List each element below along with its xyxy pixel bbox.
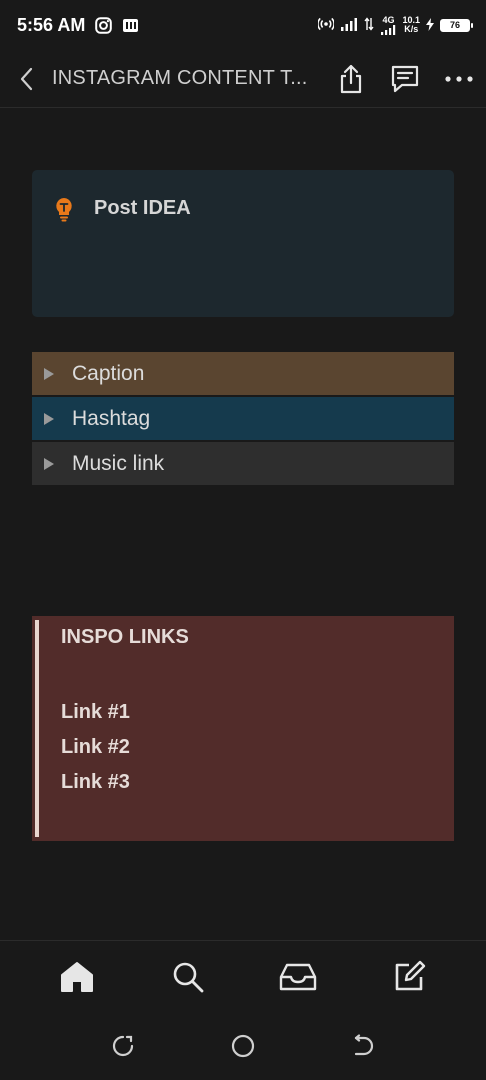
chevron-left-icon: [20, 67, 33, 90]
hotspot-icon: [317, 17, 336, 33]
bottom-nav: [0, 940, 486, 1012]
net-speed-unit: K/s: [404, 24, 419, 34]
toggle-label: Hashtag: [72, 406, 151, 430]
signal-icon-2: [381, 24, 396, 35]
share-button[interactable]: [324, 50, 378, 108]
triangle-right-icon[interactable]: [44, 367, 56, 380]
header-actions: [324, 50, 486, 108]
lightbulb-icon: [52, 196, 76, 222]
circle-icon: [231, 1034, 255, 1058]
data-transfer-icon: [364, 17, 375, 33]
toggle-music-link[interactable]: Music link: [32, 442, 454, 485]
link-item[interactable]: Link #3: [61, 770, 189, 805]
page-title: INSTAGRAM CONTENT T...: [52, 67, 308, 89]
toggle-hashtag[interactable]: Hashtag: [32, 397, 454, 440]
status-time: 5:56 AM: [17, 14, 86, 35]
inbox-button[interactable]: [268, 947, 328, 1007]
recent-apps-button[interactable]: [105, 1028, 141, 1064]
more-button[interactable]: [432, 50, 486, 108]
search-icon: [173, 962, 204, 992]
home-system-button[interactable]: [225, 1028, 261, 1064]
system-nav: [0, 1012, 486, 1080]
signal-icon: [340, 17, 358, 33]
toggle-caption[interactable]: Caption: [32, 352, 454, 395]
status-left: 5:56 AM: [17, 15, 139, 36]
triangle-right-icon[interactable]: [44, 412, 56, 425]
comment-icon: [391, 65, 419, 92]
new-page-button[interactable]: [379, 947, 439, 1007]
comments-button[interactable]: [378, 50, 432, 108]
search-button[interactable]: [158, 947, 218, 1007]
network-type: 4G: [380, 14, 396, 35]
battery-icon: 76: [440, 18, 473, 32]
home-button[interactable]: [47, 947, 107, 1007]
link-item[interactable]: Link #1: [61, 700, 189, 735]
network-type-label: 4G: [382, 14, 395, 25]
back-button[interactable]: [0, 50, 52, 108]
back-system-button[interactable]: [345, 1028, 381, 1064]
callout-text: Post IDEA: [94, 197, 191, 219]
page-header: INSTAGRAM CONTENT T...: [0, 50, 486, 108]
recent-apps-icon: [112, 1035, 134, 1057]
quote-content: INSPO LINKS Link #1 Link #2 Link #3: [61, 626, 189, 805]
more-horizontal-icon: [445, 75, 473, 82]
instagram-icon: [95, 16, 113, 34]
share-icon: [340, 64, 362, 93]
quote-block[interactable]: INSPO LINKS Link #1 Link #2 Link #3: [32, 616, 454, 841]
charging-icon: [426, 17, 434, 33]
net-speed: 10.1 K/s: [402, 16, 420, 34]
quote-title: INSPO LINKS: [61, 626, 189, 648]
new-page-icon: [395, 960, 425, 990]
inbox-icon: [280, 963, 317, 990]
back-arrow-icon: [354, 1034, 374, 1056]
quote-bar: [35, 620, 39, 837]
triangle-right-icon[interactable]: [44, 457, 56, 470]
callout-block[interactable]: Post IDEA: [32, 170, 454, 317]
home-icon: [61, 961, 94, 992]
status-bar: 5:56 AM 4G 10.1 K/s 76: [0, 0, 486, 50]
app-notification-icon: [122, 17, 139, 34]
toggle-label: Music link: [72, 451, 165, 475]
link-item[interactable]: Link #2: [61, 735, 189, 770]
status-right: 4G 10.1 K/s 76: [317, 14, 473, 35]
toggle-label: Caption: [72, 361, 145, 385]
battery-level: 76: [449, 20, 460, 30]
